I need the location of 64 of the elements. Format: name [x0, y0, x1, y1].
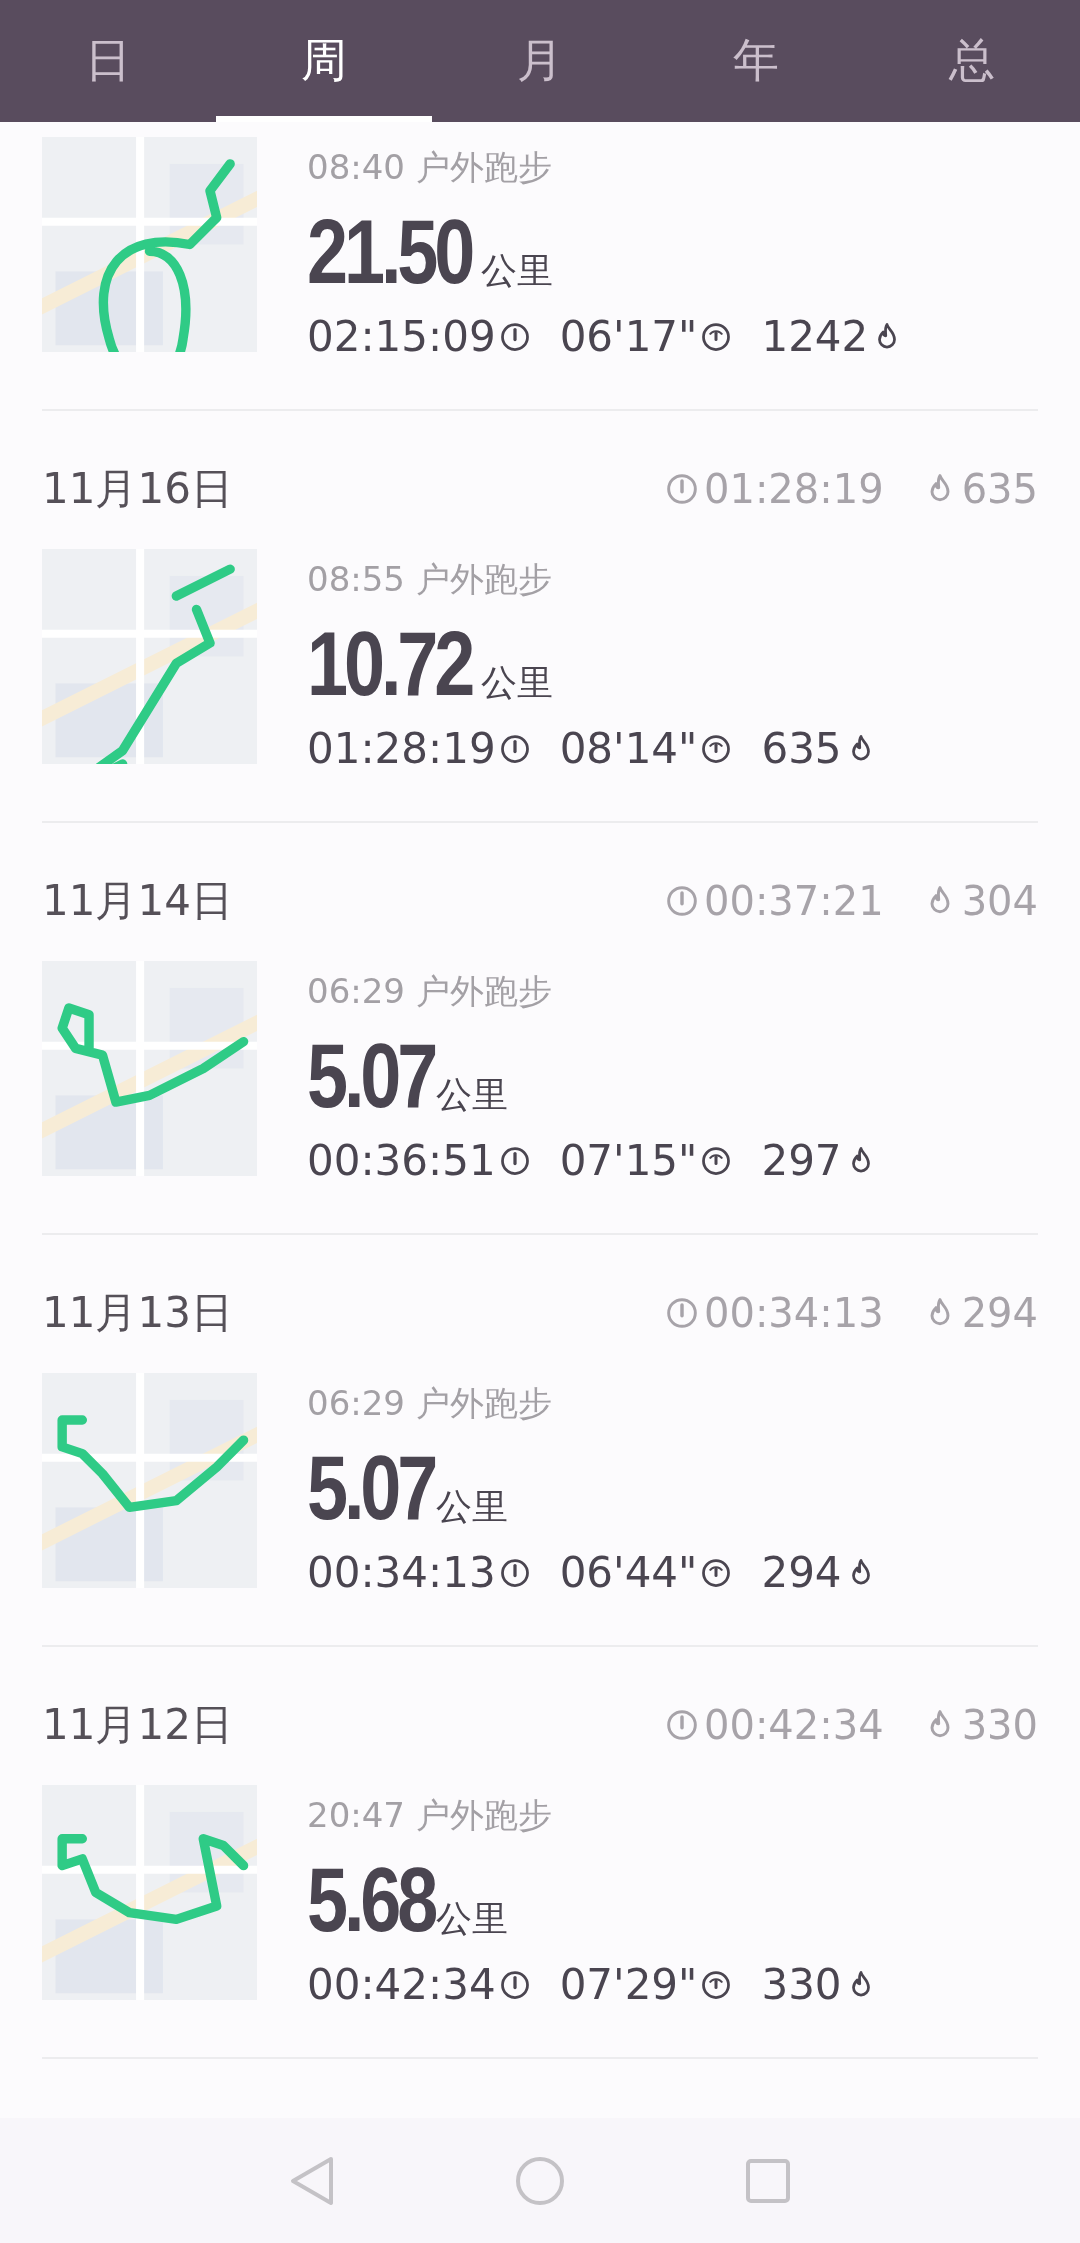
tab[interactable]: 月: [432, 0, 648, 122]
tab[interactable]: 年: [648, 0, 864, 122]
timer-icon: [666, 885, 698, 917]
calories-value: 330: [761, 1960, 842, 2009]
back-icon[interactable]: [289, 2154, 335, 2207]
distance-value: 21.50: [307, 201, 472, 304]
home-icon[interactable]: [515, 2155, 565, 2206]
distance-unit: 公里: [481, 661, 554, 705]
total-duration: 01:28:19: [704, 466, 884, 512]
tab[interactable]: 总: [864, 0, 1080, 122]
total-duration: 00:37:21: [704, 878, 884, 924]
date-label: 11月16日: [42, 463, 234, 515]
timer-icon: [666, 473, 698, 505]
timer-icon: [499, 1145, 530, 1176]
gauge-icon: [701, 1145, 732, 1176]
distance-unit: 公里: [436, 1897, 509, 1941]
distance-value: 10.72: [307, 613, 472, 716]
total-duration: 00:34:13: [704, 1290, 884, 1336]
distance-unit: 公里: [436, 1485, 509, 1529]
total-calories: 635: [961, 466, 1038, 512]
timer-icon: [499, 733, 530, 764]
date-label: 11月12日: [42, 1699, 234, 1751]
duration-value: 01:28:19: [307, 724, 496, 773]
pace-value: 07'29": [559, 1960, 698, 2009]
duration-value: 00:34:13: [307, 1548, 496, 1597]
timer-icon: [499, 1969, 530, 2000]
distance-value: 5.68: [307, 1849, 435, 1952]
calories-value: 635: [761, 724, 842, 773]
timer-icon: [666, 1297, 698, 1329]
calories-value: 1242: [761, 312, 869, 361]
gauge-icon: [701, 1969, 732, 2000]
gauge-icon: [701, 733, 732, 764]
calories-value: 297: [761, 1136, 842, 1185]
duration-value: 00:42:34: [307, 1960, 496, 2009]
tab[interactable]: 周: [216, 0, 432, 122]
activity-time: 08:40 户外跑步: [307, 146, 553, 189]
distance-unit: 公里: [481, 249, 554, 293]
pace-value: 08'14": [559, 724, 698, 773]
gauge-icon: [701, 1557, 732, 1588]
total-calories: 330: [961, 1702, 1038, 1748]
total-calories: 294: [961, 1290, 1038, 1336]
activity-time: 20:47 户外跑步: [307, 1794, 553, 1837]
activity-time: 08:55 户外跑步: [307, 558, 553, 601]
date-label: 11月13日: [42, 1287, 234, 1339]
calories-value: 294: [761, 1548, 842, 1597]
pace-value: 07'15": [559, 1136, 698, 1185]
pace-value: 06'44": [559, 1548, 698, 1597]
timer-icon: [499, 321, 530, 352]
distance-value: 5.07: [307, 1025, 435, 1128]
activity-time: 06:29 户外跑步: [307, 970, 553, 1013]
recent-apps-icon[interactable]: [745, 2157, 791, 2204]
duration-value: 02:15:09: [307, 312, 496, 361]
tab[interactable]: 日: [0, 0, 216, 122]
distance-value: 5.07: [307, 1437, 435, 1540]
pace-value: 06'17": [559, 312, 698, 361]
total-duration: 00:42:34: [704, 1702, 884, 1748]
distance-unit: 公里: [436, 1073, 509, 1117]
timer-icon: [666, 1709, 698, 1741]
timer-icon: [499, 1557, 530, 1588]
gauge-icon: [701, 321, 732, 352]
duration-value: 00:36:51: [307, 1136, 496, 1185]
activity-time: 06:29 户外跑步: [307, 1382, 553, 1425]
date-label: 11月14日: [42, 875, 234, 927]
total-calories: 304: [961, 878, 1038, 924]
